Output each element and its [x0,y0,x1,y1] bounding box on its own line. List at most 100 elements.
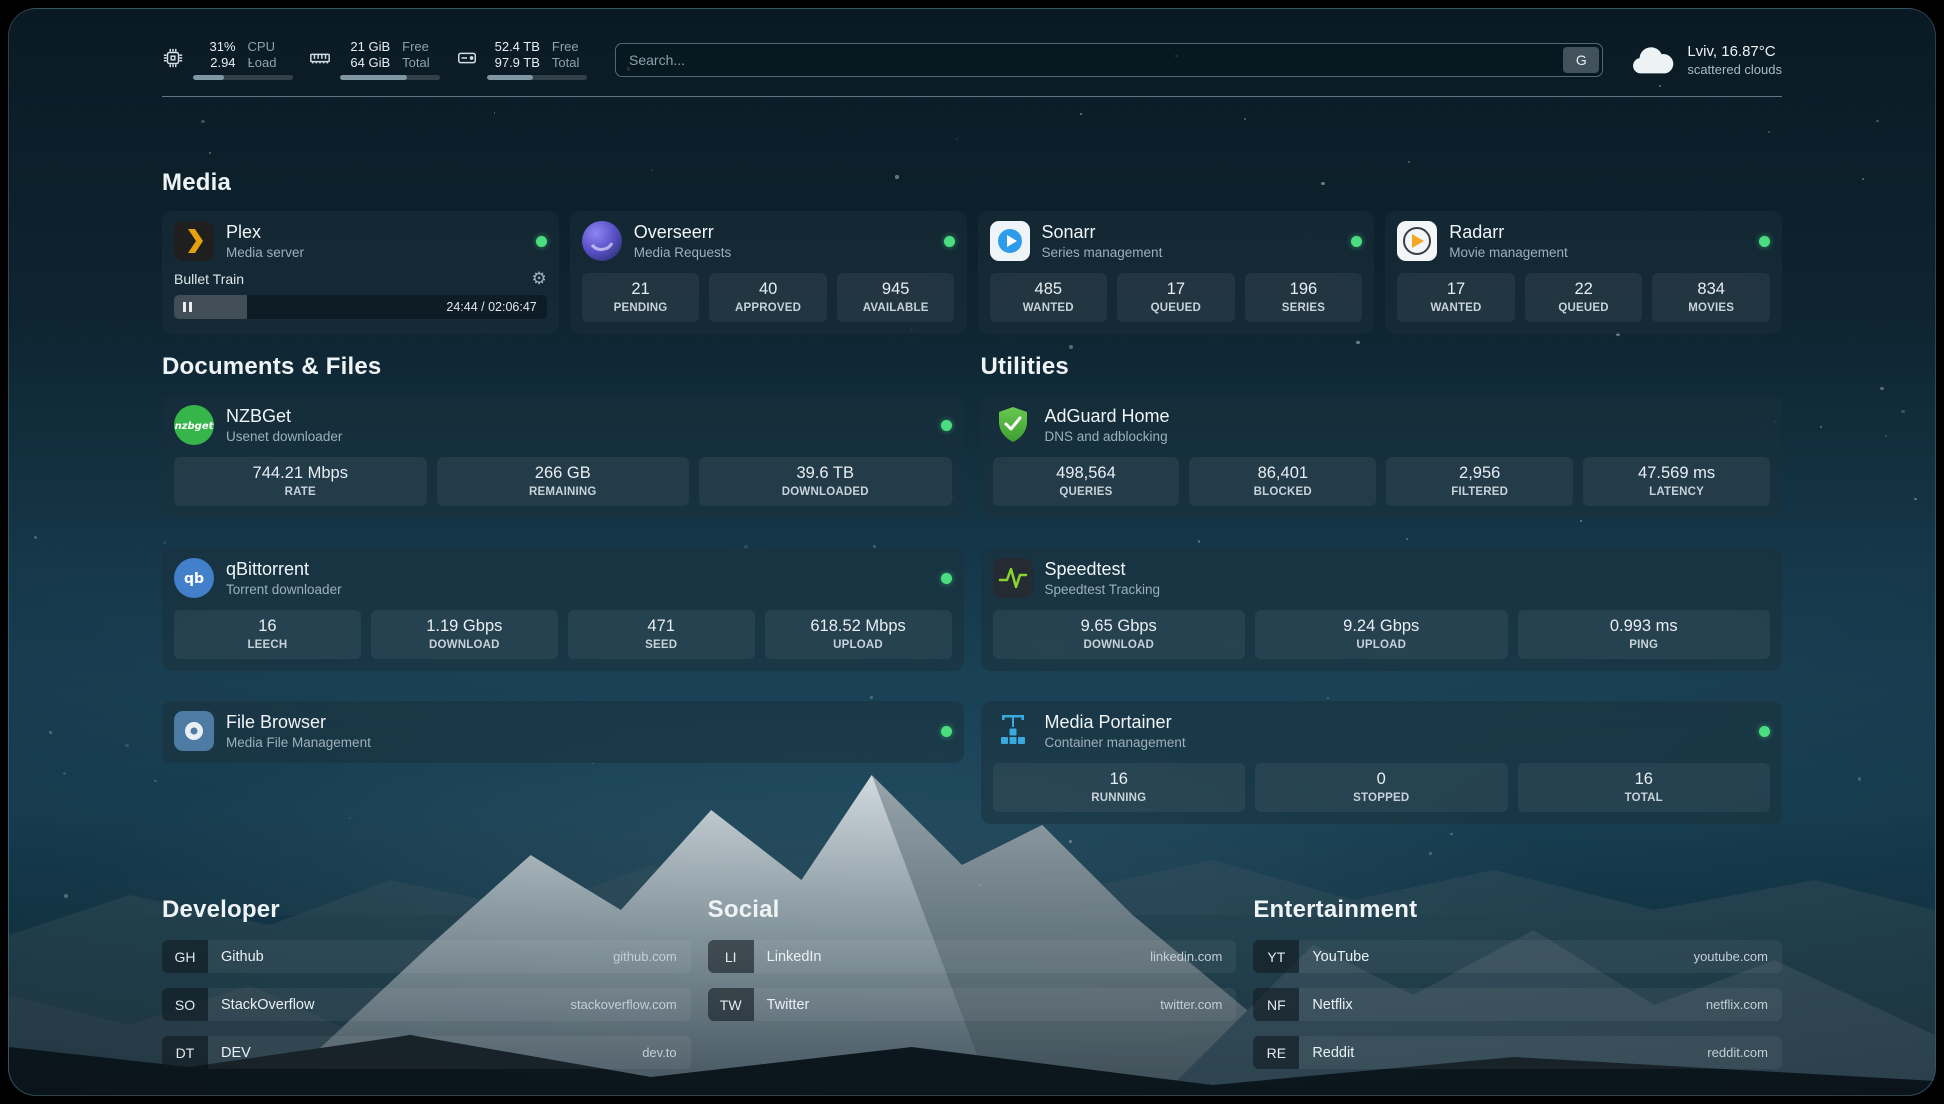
portainer-crane-icon [993,711,1033,751]
playback-progress-bar[interactable]: 24:44 / 02:06:47 [174,295,547,319]
stat-upload: 618.52 Mbps UPLOAD [765,610,952,659]
service-card-sonarr[interactable]: SonarrSeries management485WANTED17QUEUED… [978,211,1375,334]
bookmark-github[interactable]: GHGithubgithub.com [162,940,691,973]
search-provider-button[interactable]: G [1563,47,1599,73]
stat-label: UPLOAD [769,639,948,651]
service-card-speedtest[interactable]: Speedtest Speedtest Tracking 9.65 GbpsDOWN… [981,548,1783,671]
memory-total: 64 GiB [340,55,390,70]
bookmark-name: YouTube [1299,940,1369,973]
status-dot-online [941,573,952,584]
disk-total: 97.9 TB [487,55,540,70]
section-title-utilities: Utilities [981,353,1783,381]
bookmark-name: StackOverflow [208,988,314,1021]
disk-total-label: Total [552,55,587,70]
nzbget-icon: nzbget [174,405,214,445]
stat-value: 618.52 Mbps [769,617,948,636]
stat-value: 0.993 ms [1522,617,1767,636]
bookmark-name: LinkedIn [754,940,822,973]
stat-download: 9.65 GbpsDOWNLOAD [993,610,1246,659]
settings-gear-icon[interactable]: ⚙ [532,270,547,287]
stat-stopped: 0STOPPED [1255,763,1508,812]
bookmark-url: youtube.com [1694,940,1782,973]
stat-label: QUEUED [1121,302,1231,314]
stat-label: WANTED [994,302,1104,314]
svg-text:qb: qb [184,571,204,587]
bookmark-abbr: RE [1253,1036,1299,1069]
bookmark-group-entertainment: EntertainmentYTYouTubeyoutube.comNFNetfl… [1253,896,1782,1084]
disk-progress-fill [487,75,533,80]
stat-value: 16 [997,770,1242,789]
stat-running: 16RUNNING [993,763,1246,812]
stat-label: PING [1522,639,1767,651]
service-card-nzbget[interactable]: nzbgetNZBGetUsenet downloader744.21 Mbps… [162,395,964,518]
cpu-percent: 31% [193,39,236,54]
service-card-filebrowser[interactable]: File BrowserMedia File Management [162,701,964,763]
section-title-media: Media [162,169,1782,197]
dashboard-screen: 31% CPU 2.94 Load 21 GiB [8,8,1936,1096]
service-name: Media Portainer [1045,712,1186,733]
disk-progress-track [487,75,587,80]
weather-widget: Lviv, 16.87°C scattered clouds [1629,43,1782,77]
memory-progress-track [340,75,440,80]
stat-label: REMAINING [441,486,686,498]
service-card-plex[interactable]: PlexMedia serverBullet Train⚙24:44 / 02:… [162,211,559,334]
service-name: qBittorrent [226,559,342,580]
stat-label: PENDING [586,302,696,314]
stat-value: 9.65 Gbps [997,617,1242,636]
bookmark-reddit[interactable]: RERedditreddit.com [1253,1036,1782,1069]
bookmark-youtube[interactable]: YTYouTubeyoutube.com [1253,940,1782,973]
stat-label: QUEUED [1529,302,1639,314]
pause-icon[interactable] [183,302,192,312]
cpu-chip-icon [162,47,184,69]
stat-label: LEECH [178,639,357,651]
stat-queries: 498,564QUERIES [993,457,1180,506]
status-dot-online [944,236,955,247]
qbittorrent-icon: qb [174,558,214,598]
stat-ping: 0.993 ms PING [1518,610,1771,659]
topbar: 31% CPU 2.94 Load 21 GiB [162,9,1782,80]
bookmark-url: netflix.com [1706,988,1782,1021]
stat-total: 16TOTAL [1518,763,1771,812]
bookmark-twitter[interactable]: TWTwittertwitter.com [708,988,1237,1021]
cloud-icon [1629,44,1675,76]
stat-rate: 744.21 MbpsRATE [174,457,427,506]
filebrowser-icon [174,711,214,751]
service-subtitle: Container management [1045,735,1186,750]
service-subtitle: Speedtest Tracking [1045,582,1161,597]
bookmark-linkedin[interactable]: LILinkedInlinkedin.com [708,940,1237,973]
bookmark-name: Netflix [1299,988,1352,1021]
stat-label: BLOCKED [1193,486,1372,498]
search-input[interactable] [619,52,1563,68]
bookmark-url: github.com [613,940,691,973]
service-card-qbittorrent[interactable]: qbqBittorrentTorrent downloader16LEECH1.… [162,548,964,671]
stat-value: 1.19 Gbps [375,617,554,636]
disk-widget: 52.4 TB Free 97.9 TB Total [456,39,587,80]
service-name: Sonarr [1042,222,1163,243]
service-card-portainer[interactable]: Media Portainer Container management 16RUN… [981,701,1783,824]
stat-downloaded: 39.6 TBDOWNLOADED [699,457,952,506]
section-title-developer: Developer [162,896,691,924]
stat-download: 1.19 GbpsDOWNLOAD [371,610,558,659]
service-card-overseerr[interactable]: OverseerrMedia Requests21PENDING40APPROV… [570,211,967,334]
service-name: Speedtest [1045,559,1161,580]
stat-label: AVAILABLE [841,302,951,314]
service-card-adguard[interactable]: AdGuard HomeDNS and adblocking498,564QUE… [981,395,1783,518]
cpu-progress-fill [193,75,224,80]
search-bar[interactable]: G [615,43,1603,77]
bookmark-dev[interactable]: DTDEVdev.to [162,1036,691,1069]
service-card-radarr[interactable]: RadarrMovie management17WANTED22QUEUED83… [1385,211,1782,334]
stat-label: FILTERED [1390,486,1569,498]
bookmark-netflix[interactable]: NFNetflixnetflix.com [1253,988,1782,1021]
cpu-widget: 31% CPU 2.94 Load [162,39,293,80]
stat-leech: 16LEECH [174,610,361,659]
stat-pending: 21PENDING [582,273,700,322]
service-name: Radarr [1449,222,1568,243]
bookmark-stackoverflow[interactable]: SOStackOverflowstackoverflow.com [162,988,691,1021]
service-subtitle: Usenet downloader [226,429,342,444]
memory-free-label: Free [402,39,440,54]
stat-value: 2,956 [1390,464,1569,483]
svg-text:nzbget: nzbget [175,421,214,432]
service-name: Overseerr [634,222,732,243]
stat-value: 16 [1522,770,1767,789]
section-title-documents: Documents & Files [162,353,964,381]
